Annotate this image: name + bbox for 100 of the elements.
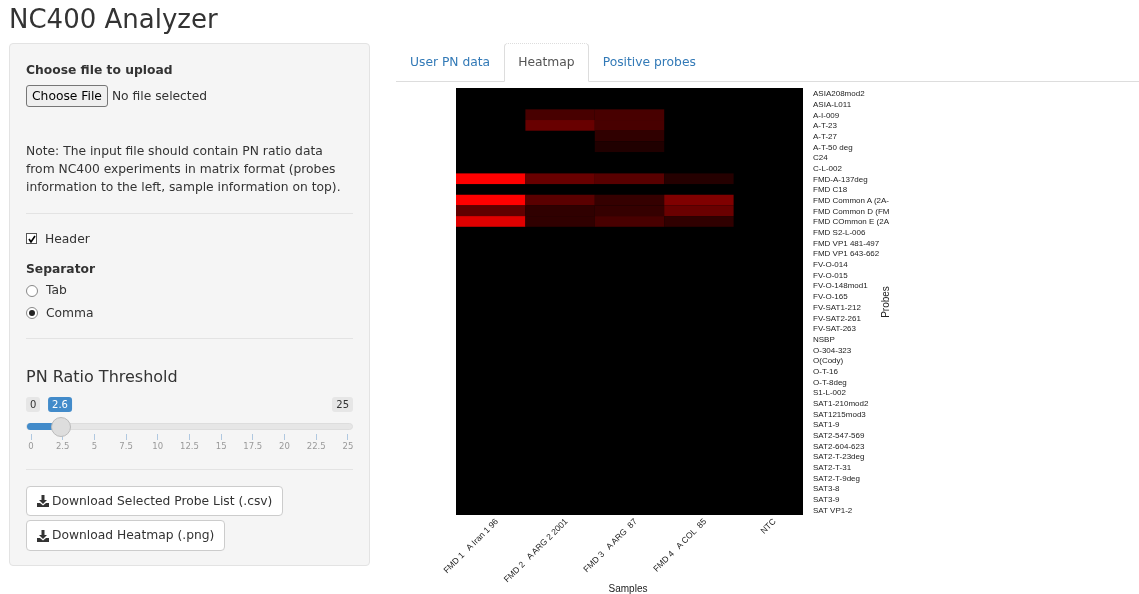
tick-mark: [220, 434, 222, 441]
app-title: NC400 Analyzer: [9, 4, 218, 36]
tick-mark: [188, 434, 190, 441]
row-label: FV-O-015: [813, 270, 848, 280]
download-icon: [37, 495, 49, 508]
row-label: A-T-27: [813, 131, 837, 141]
row-label: FMD VP1 481-497: [813, 238, 880, 248]
heatmap-cell: [594, 109, 665, 120]
row-label: SAT2-604-623: [813, 441, 865, 451]
row-label: SAT1-210mod2: [813, 398, 869, 408]
row-label: O(Cody): [813, 355, 844, 365]
tick-label: 22.5: [306, 440, 326, 454]
heatmap-cell: [594, 130, 665, 141]
heatmap-cell: [594, 194, 665, 206]
heatmap-cell: [456, 194, 526, 206]
tick-label: 2.5: [55, 440, 70, 454]
row-label: C-L-002: [813, 163, 842, 173]
tick-mark: [315, 434, 317, 441]
row-label: NSBP: [813, 334, 835, 344]
tab[interactable]: User PN data: [396, 43, 505, 82]
heatmap-cell: [594, 215, 665, 227]
row-label: FMD-A-137deg: [813, 174, 868, 184]
row-label: FMD VP1 643-662: [813, 249, 880, 259]
axis-label: Probes: [880, 285, 891, 318]
slider-label: PN Ratio Threshold: [26, 366, 179, 389]
row-label: FMD C18: [813, 185, 848, 195]
row-label: FV-O-148mod1: [813, 281, 868, 291]
row-label: ASIA208mod2: [813, 88, 865, 98]
heatmap-cell: [664, 205, 734, 216]
row-label: ASIA-L011: [813, 99, 852, 109]
row-label: SAT2-T-9deg: [813, 473, 860, 483]
row-label: A-I-009: [813, 110, 840, 120]
radio-button[interactable]: [26, 284, 38, 297]
row-label: FMD Common A (2A-: [813, 195, 889, 205]
tick-mark: [125, 434, 127, 441]
heatmap-cell: [456, 205, 526, 216]
field-label: Choose file to upload: [26, 62, 173, 80]
row-label: S1-L-002: [813, 387, 846, 397]
row-label: SAT2-547-569: [813, 430, 865, 440]
tick-mark: [284, 434, 285, 441]
row-label: FMD Common D (FM: [813, 206, 890, 216]
row-label: SAT3-9: [813, 494, 840, 504]
download-button[interactable]: Download Selected Probe List (.csv): [26, 486, 284, 517]
header-checkbox[interactable]: [26, 233, 37, 245]
row-label: A-T-23: [813, 121, 837, 130]
heatmap-cell: [594, 119, 665, 131]
row-label: FV-SAT2-261: [813, 313, 861, 323]
row-label: FV-O-014: [813, 259, 848, 269]
choose-file-button[interactable]: Choose File: [26, 84, 108, 108]
heatmap-cell: [664, 173, 734, 184]
row-label: FMD S2-L-006: [813, 227, 866, 237]
tick-mark: [62, 434, 64, 441]
file-status: No file selected: [111, 87, 208, 105]
row-label: SAT1215mod3: [813, 409, 866, 419]
note-text: Note: The input file should contain PN ratio data from NC400 experiments in matrix format (probes information to the left, sample information on top).: [26, 143, 342, 196]
row-label: FV-SAT1-212: [813, 302, 861, 312]
tick-label: 17.5: [243, 440, 263, 454]
heatmap-cell: [525, 205, 595, 216]
download-icon: [37, 529, 49, 542]
tick-mark: [93, 434, 95, 441]
row-label: O-T-16: [813, 366, 838, 376]
checkbox-label: Header: [45, 230, 90, 248]
tick-mark: [157, 434, 159, 441]
heatmap-cell: [594, 141, 665, 152]
tick-label: 20: [279, 440, 290, 454]
tick-mark: [347, 434, 349, 441]
tick-label: 7.5: [119, 440, 133, 454]
row-label: FV-O-165: [813, 291, 848, 301]
tab[interactable]: Heatmap: [504, 43, 589, 82]
axis-label: Samples: [608, 582, 648, 594]
row-label: SAT3-8: [813, 483, 840, 493]
row-label: C24: [813, 153, 828, 162]
heatmap-cell: [525, 194, 595, 206]
tick-label: 5: [91, 440, 98, 454]
tick-label: 10: [152, 440, 164, 454]
heatmap-cell: [594, 205, 665, 216]
heatmap-cell: [525, 173, 595, 184]
field-label: Separator: [26, 261, 96, 278]
radio-label: Tab: [46, 282, 67, 300]
download-button[interactable]: Download Heatmap (.png): [26, 520, 226, 551]
tab[interactable]: Positive probes: [588, 43, 710, 82]
slider-min: 0: [26, 397, 41, 413]
tick-mark: [30, 434, 32, 441]
row-label: O-304-323: [813, 345, 852, 355]
heatmap-cell: [594, 173, 665, 184]
row-label: A-T-50 deg: [813, 142, 853, 152]
heatmap-cell: [525, 215, 595, 227]
tick-label: 15: [215, 440, 227, 454]
heatmap-cell: [664, 215, 734, 227]
tick-label: 0: [28, 440, 34, 454]
slider-value: 2.6: [48, 397, 72, 413]
tick-label: 12.5: [179, 440, 199, 454]
slider-handle[interactable]: [50, 417, 71, 438]
row-label: FMD COmmon E (2A: [813, 217, 889, 227]
row-label: SAT1-9: [813, 419, 840, 429]
radio-button[interactable]: [26, 307, 38, 320]
row-label: SAT2-T-31: [813, 462, 852, 472]
radio-label: Comma: [46, 304, 94, 322]
heatmap-cell: [664, 194, 734, 206]
row-label: SAT VP1-2: [813, 505, 853, 515]
